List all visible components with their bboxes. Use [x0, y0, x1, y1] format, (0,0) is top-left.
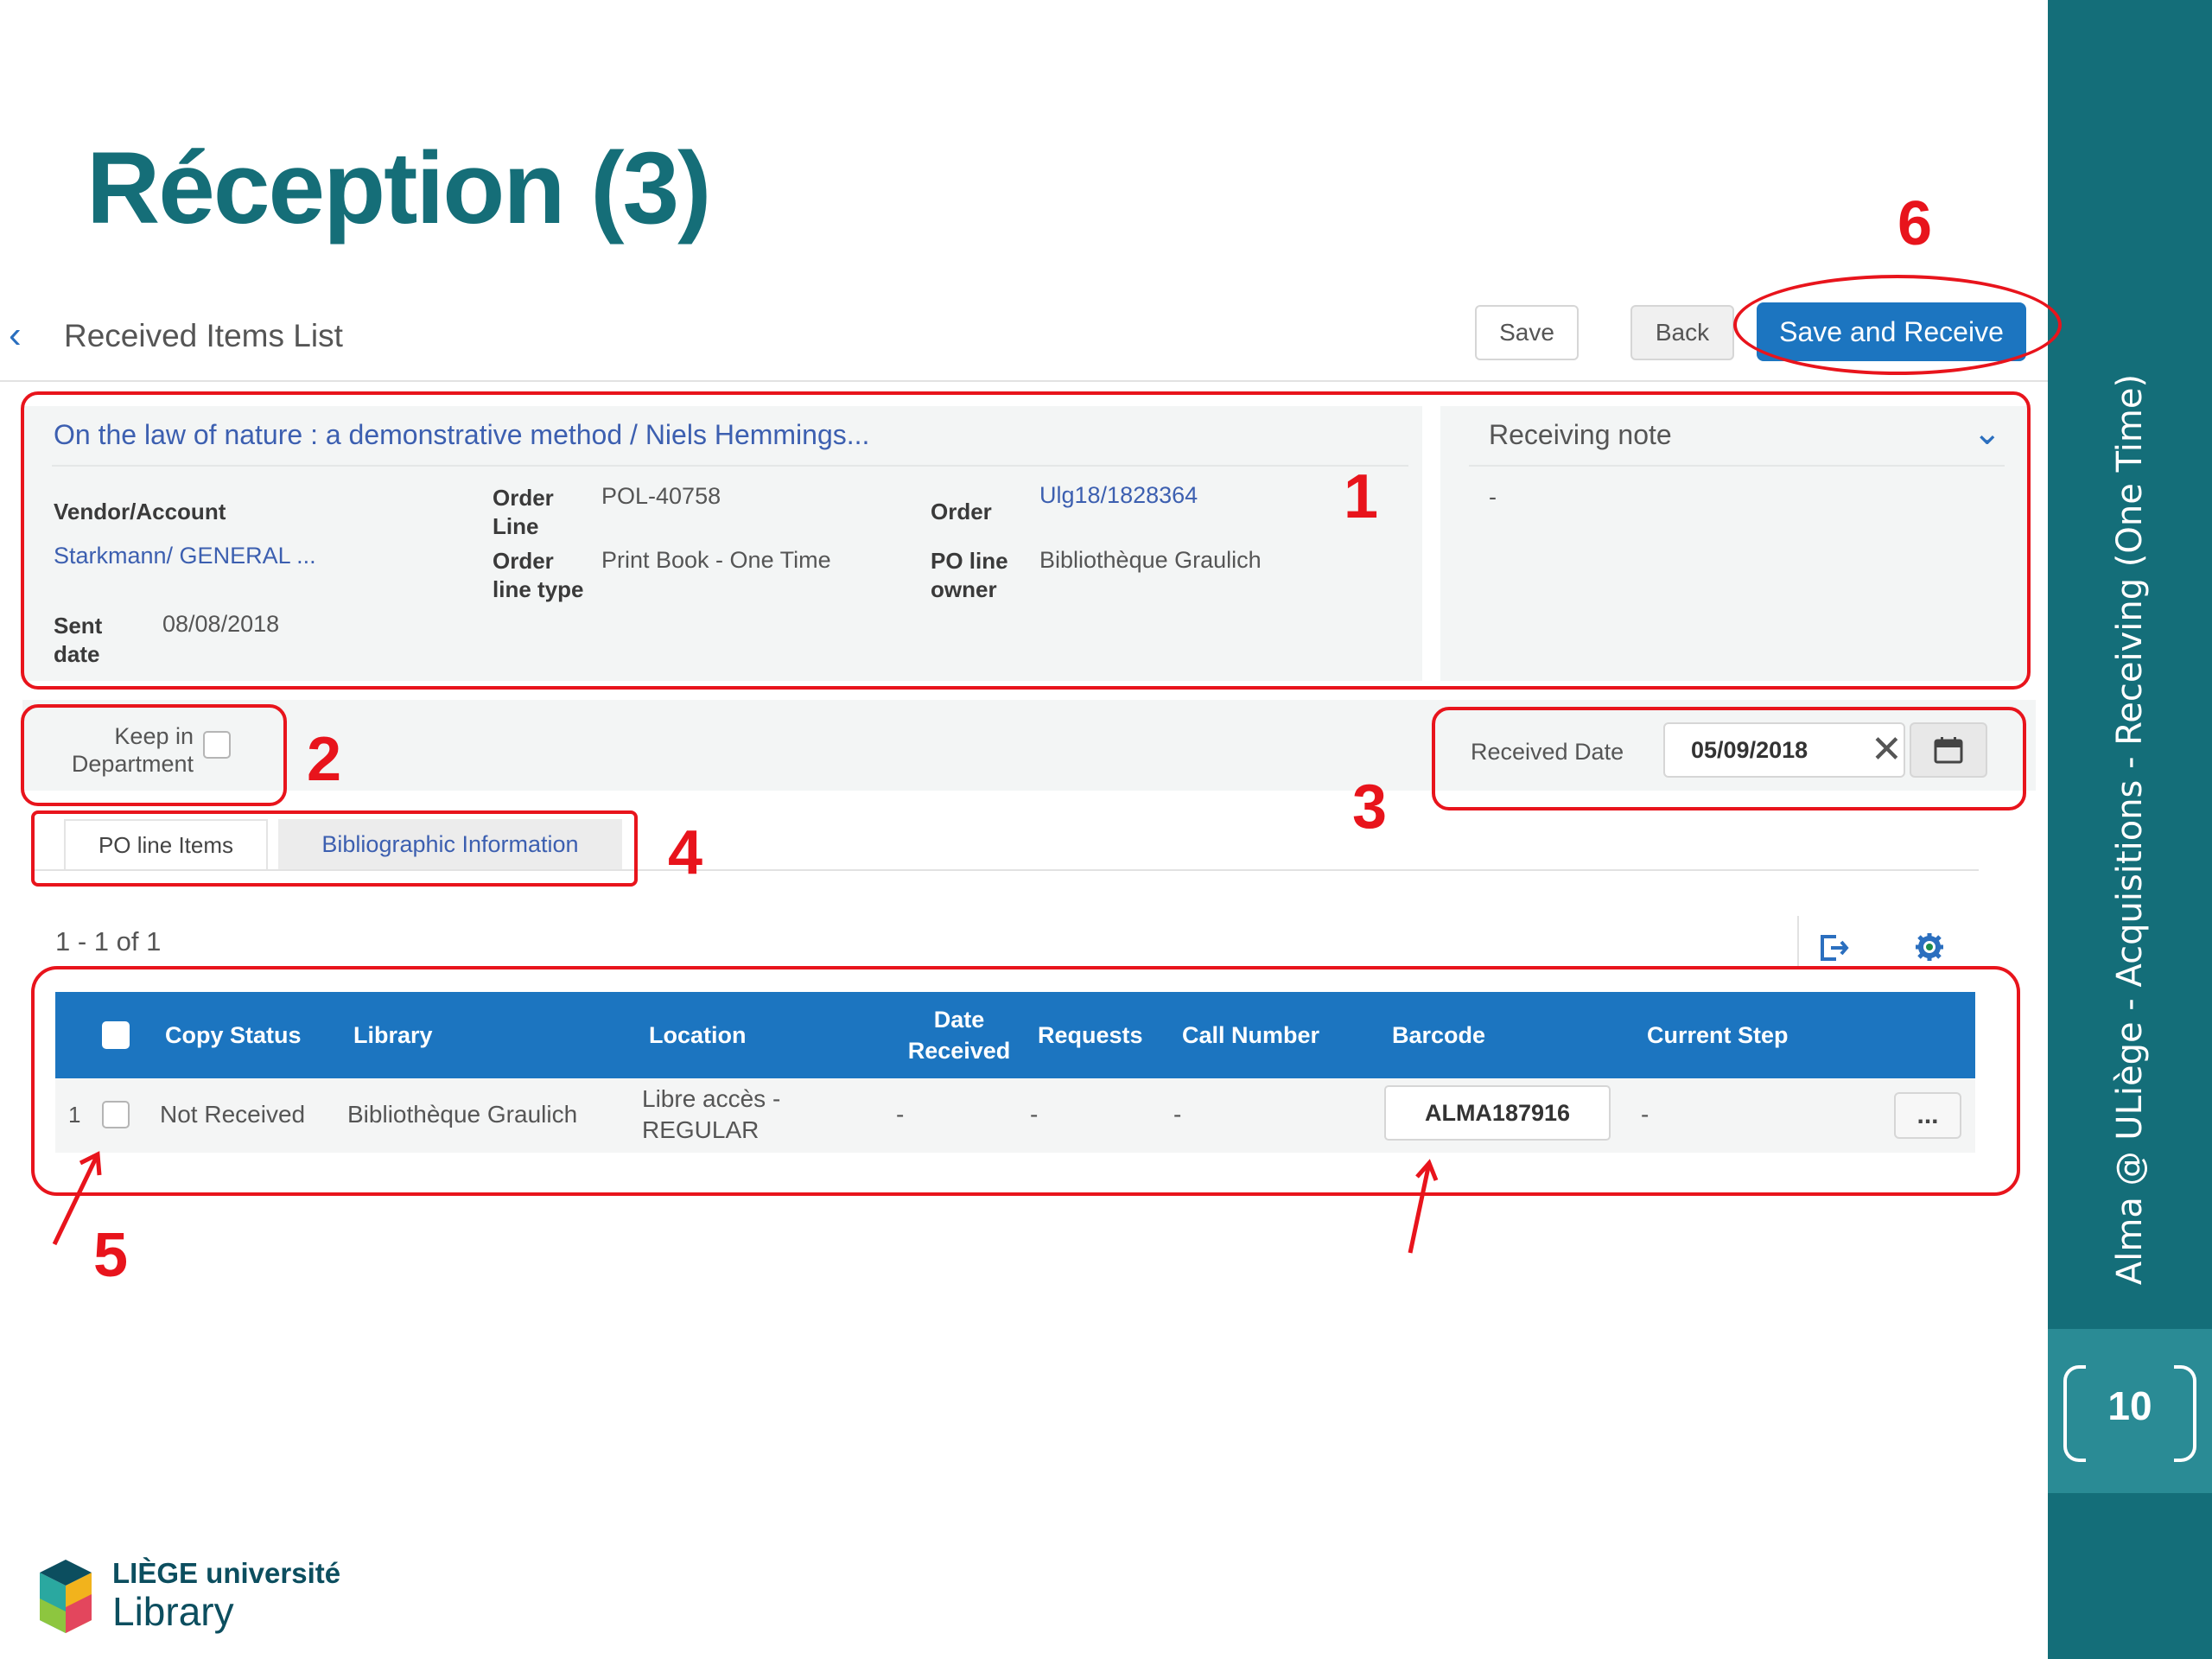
annotation-box-1 — [21, 391, 2031, 690]
annotation-box-5 — [31, 966, 2020, 1196]
received-items-list-link[interactable]: Received Items List — [64, 318, 343, 354]
annotation-arrow-icon — [52, 1151, 102, 1246]
annotation-box-2 — [21, 704, 287, 806]
annotation-box-4 — [31, 810, 638, 887]
pagination-summary: 1 - 1 of 1 — [55, 926, 162, 957]
logo-library-text: Library — [112, 1589, 234, 1634]
annotation-number: 2 — [307, 725, 342, 794]
toolbar-separator — [1797, 916, 1799, 968]
annotation-number: 4 — [668, 818, 703, 887]
gear-icon[interactable] — [1914, 931, 1945, 967]
save-button[interactable]: Save — [1475, 305, 1579, 360]
back-button[interactable]: Back — [1630, 305, 1734, 360]
annotation-ellipse-6 — [1733, 275, 2062, 375]
chevron-left-icon[interactable]: ‹ — [9, 314, 22, 357]
annotation-number: 1 — [1344, 462, 1379, 531]
annotation-box-3 — [1432, 707, 2026, 810]
uliege-logo-icon — [40, 1560, 92, 1633]
annotation-number: 6 — [1897, 189, 1933, 258]
header-divider — [0, 380, 2048, 382]
page-number: 10 — [2107, 1383, 2152, 1428]
logo-university-text: LIÈGE université — [112, 1557, 341, 1589]
export-icon[interactable] — [1819, 933, 1850, 967]
sidebar-caption: Alma @ ULiège - Acquisitions - Receiving… — [2110, 373, 2150, 1286]
annotation-number: 3 — [1352, 772, 1388, 842]
annotation-arrow-icon — [1408, 1159, 1439, 1254]
slide-title: Réception (3) — [86, 131, 711, 245]
